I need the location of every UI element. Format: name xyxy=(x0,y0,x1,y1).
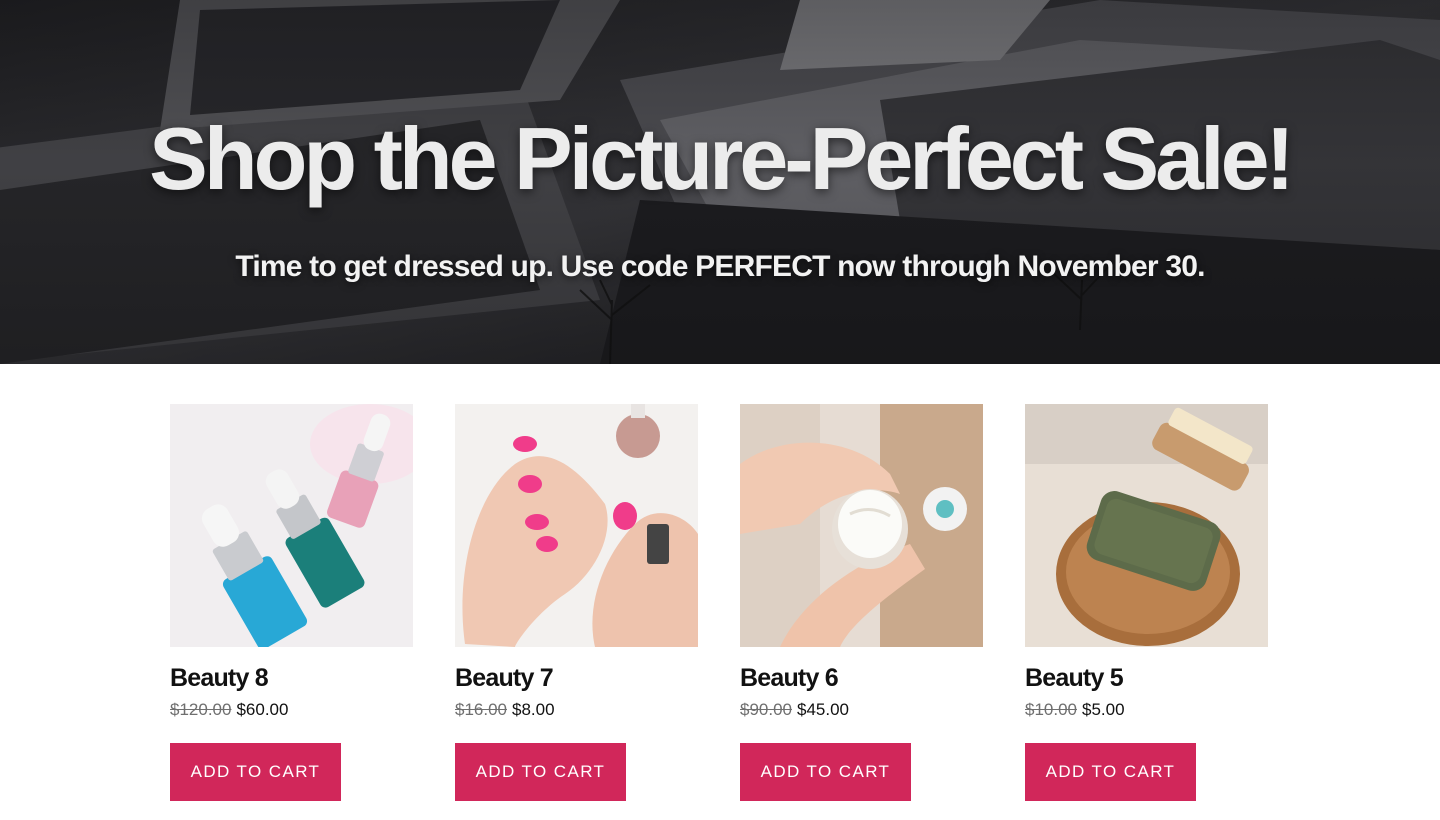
add-to-cart-button[interactable]: ADD TO CART xyxy=(455,743,626,801)
product-card: Beauty 5 $10.00 $5.00 ADD TO CART xyxy=(1025,404,1268,801)
original-price: $16.00 xyxy=(455,700,507,719)
nail-polish-image xyxy=(455,404,698,647)
soap-bar-image xyxy=(1025,404,1268,647)
product-image-link[interactable] xyxy=(740,404,983,647)
serum-bottles-image xyxy=(170,404,413,647)
product-image-link[interactable] xyxy=(170,404,413,647)
product-card: Beauty 8 $120.00 $60.00 ADD TO CART xyxy=(170,404,413,801)
original-price: $120.00 xyxy=(170,700,232,719)
hero-banner: Shop the Picture-Perfect Sale! Time to g… xyxy=(0,0,1440,364)
add-to-cart-button[interactable]: ADD TO CART xyxy=(1025,743,1196,801)
sale-price: $45.00 xyxy=(797,700,849,719)
hero-title: Shop the Picture-Perfect Sale! xyxy=(149,109,1295,208)
product-grid: Beauty 8 $120.00 $60.00 ADD TO CART Beau… xyxy=(170,404,1270,801)
price: $90.00 $45.00 xyxy=(740,699,983,721)
original-price: $90.00 xyxy=(740,700,792,719)
sale-price: $8.00 xyxy=(512,700,555,719)
product-image-link[interactable] xyxy=(1025,404,1268,647)
hero-subtitle: Time to get dressed up. Use code PERFECT… xyxy=(235,250,1205,283)
product-image-link[interactable] xyxy=(455,404,698,647)
price: $16.00 $8.00 xyxy=(455,699,698,721)
price: $120.00 $60.00 xyxy=(170,699,413,721)
product-title[interactable]: Beauty 6 xyxy=(740,663,983,693)
product-title[interactable]: Beauty 8 xyxy=(170,663,413,693)
sale-price: $5.00 xyxy=(1082,700,1125,719)
product-title[interactable]: Beauty 7 xyxy=(455,663,698,693)
product-title[interactable]: Beauty 5 xyxy=(1025,663,1268,693)
face-cream-image xyxy=(740,404,983,647)
add-to-cart-button[interactable]: ADD TO CART xyxy=(740,743,911,801)
sale-price: $60.00 xyxy=(236,700,289,719)
product-card: Beauty 7 $16.00 $8.00 ADD TO CART xyxy=(455,404,698,801)
add-to-cart-button[interactable]: ADD TO CART xyxy=(170,743,341,801)
original-price: $10.00 xyxy=(1025,700,1077,719)
price: $10.00 $5.00 xyxy=(1025,699,1268,721)
product-card: Beauty 6 $90.00 $45.00 ADD TO CART xyxy=(740,404,983,801)
